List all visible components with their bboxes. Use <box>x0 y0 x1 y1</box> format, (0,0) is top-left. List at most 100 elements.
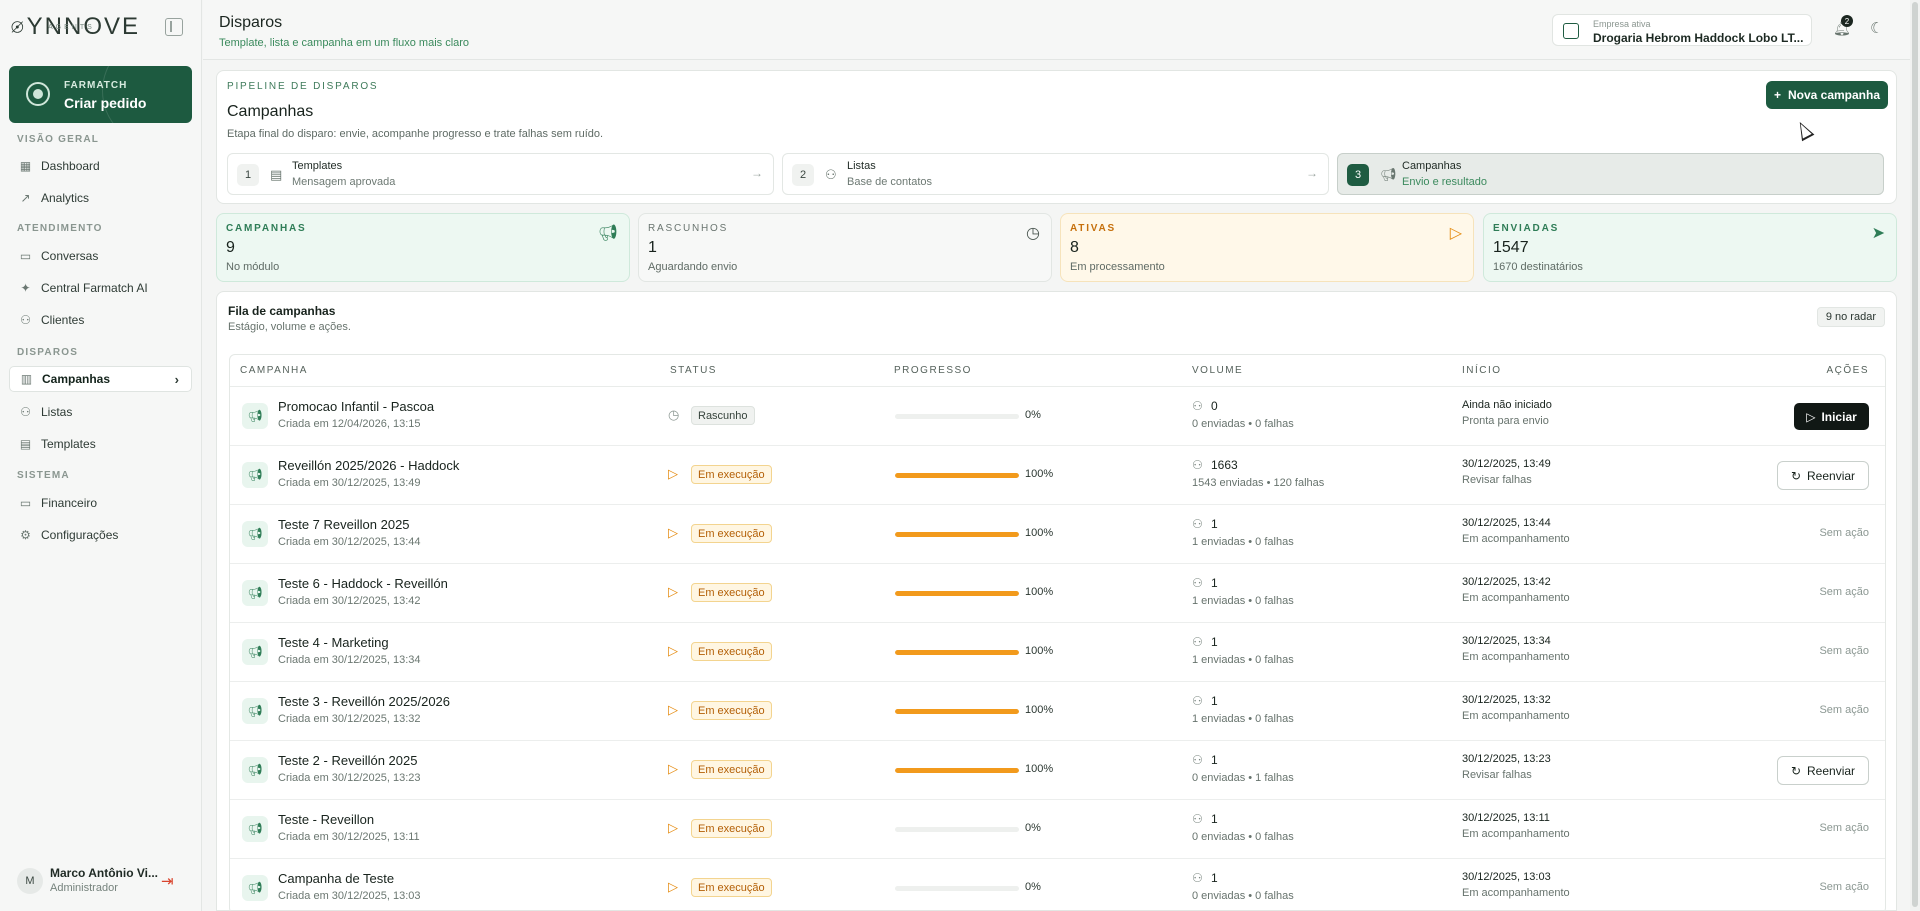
page-title: Disparos <box>219 14 283 31</box>
target-icon <box>26 82 50 106</box>
sidebar-item-templates[interactable]: ▤ Templates <box>9 431 192 457</box>
sidebar-item-label: Conversas <box>41 249 99 263</box>
play-icon: ▷ <box>668 879 678 894</box>
campaign-name: Teste 6 - Haddock - Reveillón <box>278 576 448 591</box>
logout-icon[interactable]: ⇥ <box>161 872 174 890</box>
sidebar-item-clientes[interactable]: ⚇ Clientes <box>9 307 192 333</box>
campaign-created: Criada em 30/12/2025, 13:23 <box>278 772 421 784</box>
column-header-progresso: PROGRESSO <box>894 365 972 376</box>
start-status: Em acompanhamento <box>1462 651 1570 663</box>
card-icon: ▭ <box>19 496 32 510</box>
table-row[interactable]: 📢︎ Teste 6 - Haddock - Reveillón Criada em… <box>230 564 1885 623</box>
sidebar-item-analytics[interactable]: ↗ Analytics <box>9 185 192 211</box>
progress-percent: 100% <box>1025 763 1054 775</box>
company-selector[interactable]: Empresa ativa Drogaria Hebrom Haddock Lo… <box>1552 14 1812 46</box>
start-status: Em acompanhamento <box>1462 828 1570 840</box>
sidebar-item-central-ai[interactable]: ✦ Central Farmatch AI <box>9 275 192 301</box>
user-name: Marco Antônio Vi... <box>50 866 159 880</box>
sidebar-item-configuracoes[interactable]: ⚙ Configurações <box>9 522 192 548</box>
page-scrollbar[interactable] <box>1910 0 1920 911</box>
volume-detail: 0 enviadas • 0 falhas <box>1192 418 1294 430</box>
step-title: Campanhas <box>1402 160 1462 172</box>
campaign-created: Criada em 30/12/2025, 13:49 <box>278 477 421 489</box>
step-listas[interactable]: 2 ⚇ Listas Base de contatos → <box>782 153 1329 195</box>
new-campaign-button[interactable]: + Nova campanha <box>1766 81 1888 109</box>
start-status: Revisar falhas <box>1462 474 1532 486</box>
users-icon: ⚇ <box>1192 576 1203 590</box>
no-action-text: Sem ação <box>1819 527 1869 539</box>
campaign-created: Criada em 30/12/2025, 13:44 <box>278 536 421 548</box>
campaign-name: Teste - Reveillon <box>278 812 375 827</box>
volume-detail: 1 enviadas • 0 falhas <box>1192 654 1294 666</box>
table-row[interactable]: 📢︎ Teste 4 - Marketing Criada em 30/12/202… <box>230 623 1885 682</box>
cta-eyebrow: FARMATCH <box>64 80 128 91</box>
step-title: Templates <box>292 160 343 172</box>
campaign-created: Criada em 30/12/2025, 13:32 <box>278 713 421 725</box>
table-header: CAMPANHA STATUS PROGRESSO VOLUME INÍCIO … <box>230 355 1885 387</box>
megaphone-icon: 📢︎ <box>242 698 268 724</box>
table-row[interactable]: 📢︎ Teste 7 Reveillon 2025 Criada em 30/12/… <box>230 505 1885 564</box>
sidebar-item-dashboard[interactable]: ▦ Dashboard <box>9 153 192 179</box>
sparkle-icon: ✦ <box>20 281 31 295</box>
progress-percent: 100% <box>1025 645 1054 657</box>
volume-detail: 1 enviadas • 0 falhas <box>1192 595 1294 607</box>
stat-value: 1 <box>648 239 657 256</box>
megaphone-icon: 📢︎ <box>242 521 268 547</box>
table-row[interactable]: 📢︎ Campanha de Teste Criada em 30/12/2025,… <box>230 859 1885 911</box>
sidebar-item-label: Central Farmatch AI <box>41 281 148 295</box>
scrollbar-thumb[interactable] <box>1912 2 1918 907</box>
no-action-text: Sem ação <box>1819 645 1869 657</box>
sidebar-item-campanhas[interactable]: ▥ Campanhas › <box>9 366 192 392</box>
table-row[interactable]: 📢︎ Reveillón 2025/2026 - Haddock Criada em… <box>230 446 1885 505</box>
progress-percent: 0% <box>1025 881 1041 893</box>
step-title: Listas <box>847 160 876 172</box>
start-campaign-button[interactable]: ▷ Iniciar <box>1794 403 1869 430</box>
dashboard-icon: ▦ <box>19 159 32 173</box>
volume-detail: 1 enviadas • 0 falhas <box>1192 536 1294 548</box>
progress-fill <box>895 473 1019 478</box>
volume-detail: 1 enviadas • 0 falhas <box>1192 713 1294 725</box>
resend-campaign-button[interactable]: ↻ Reenviar <box>1777 461 1869 490</box>
users-icon: ⚇ <box>825 167 837 182</box>
table-row[interactable]: 📢︎ Teste 3 - Reveillón 2025/2026 Criada em… <box>230 682 1885 741</box>
stat-card-ativas: ATIVAS 8 Em processamento ▷ <box>1060 213 1474 282</box>
progress-bar <box>895 650 1019 655</box>
column-header-campanha: CAMPANHA <box>240 365 308 376</box>
document-icon: ▤ <box>270 167 283 182</box>
status-badge: Em execução <box>691 642 772 661</box>
resend-campaign-button[interactable]: ↻ Reenviar <box>1777 756 1869 785</box>
campaign-name: Teste 4 - Marketing <box>278 635 389 650</box>
stat-value: 1547 <box>1493 239 1529 256</box>
table-row[interactable]: 📢︎ Teste - Reveillon Criada em 30/12/2025,… <box>230 800 1885 859</box>
no-action-text: Sem ação <box>1819 881 1869 893</box>
megaphone-icon: 📢︎ <box>242 757 268 783</box>
start-date: 30/12/2025, 13:44 <box>1462 517 1551 529</box>
user-profile[interactable]: M Marco Antônio Vi... Administrador ⇥ <box>17 866 187 898</box>
step-templates[interactable]: 1 ▤ Templates Mensagem aprovada → <box>227 153 774 195</box>
chat-icon: ▭ <box>19 249 32 263</box>
table-row[interactable]: 📢︎ Teste 2 - Reveillón 2025 Criada em 30/1… <box>230 741 1885 800</box>
step-campanhas[interactable]: 3 📢︎ Campanhas Envio e resultado <box>1337 153 1884 195</box>
table-row[interactable]: 📢︎ Promocao Infantil - Pascoa Criada em 12… <box>230 387 1885 446</box>
sidebar-collapse-icon[interactable] <box>165 18 183 36</box>
sidebar-item-financeiro[interactable]: ▭ Financeiro <box>9 490 192 516</box>
nav-section-overview: VISÃO GERAL <box>17 134 100 145</box>
play-icon: ▷ <box>668 702 678 717</box>
start-date: 30/12/2025, 13:11 <box>1462 812 1550 824</box>
sidebar-item-label: Templates <box>41 437 96 451</box>
start-date: 30/12/2025, 13:03 <box>1462 871 1551 883</box>
moon-icon[interactable]: ☾ <box>1870 19 1883 37</box>
status-badge: Em execução <box>691 760 772 779</box>
queue-title: Fila de campanhas <box>228 304 336 318</box>
start-status: Em acompanhamento <box>1462 887 1570 899</box>
progress-bar <box>895 768 1019 773</box>
pipeline-description: Etapa final do disparo: envie, acompanhe… <box>227 128 604 140</box>
step-subtitle: Base de contatos <box>847 176 933 188</box>
sidebar-item-conversas[interactable]: ▭ Conversas <box>9 243 192 269</box>
sidebar-item-listas[interactable]: ⚇ Listas <box>9 399 192 425</box>
create-order-button[interactable]: FARMATCH Criar pedido <box>9 66 192 123</box>
volume-count: 1 <box>1211 517 1218 531</box>
campaign-created: Criada em 30/12/2025, 13:03 <box>278 890 421 902</box>
sidebar-item-label: Campanhas <box>42 372 111 386</box>
volume-count: 1 <box>1211 753 1218 767</box>
